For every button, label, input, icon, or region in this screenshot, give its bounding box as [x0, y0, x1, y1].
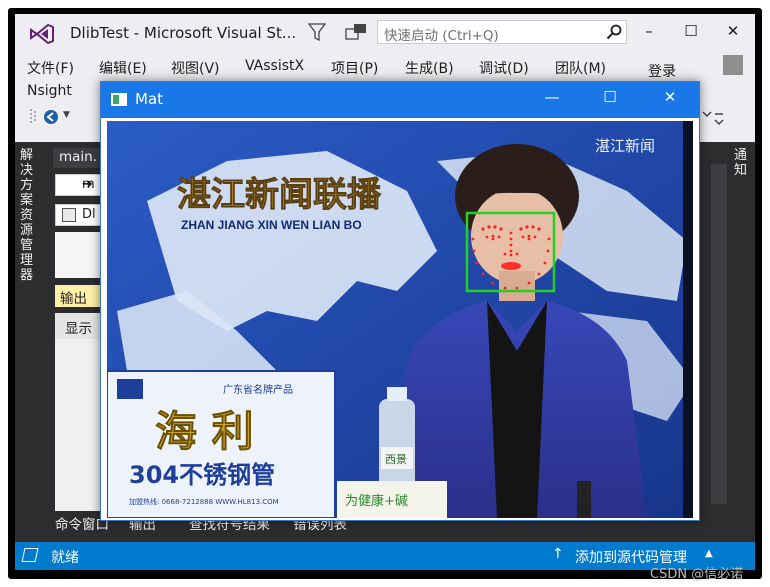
menu-team[interactable]: 团队(M) — [555, 58, 606, 78]
menu-bar: 文件(F) 编辑(E) 视图(V) VAssistX 项目(P) 生成(B) 调… — [15, 54, 755, 81]
back-dropdown-icon[interactable]: ▼ — [63, 110, 70, 120]
filter-icon[interactable] — [308, 22, 326, 42]
output-show-label: 显示 — [65, 321, 92, 337]
back-icon[interactable] — [43, 109, 59, 125]
status-window-icon — [21, 548, 39, 562]
login-link[interactable]: 登录 — [648, 61, 676, 81]
minimize-button[interactable]: – — [638, 22, 660, 42]
ad-brand: 海 利 — [155, 407, 254, 456]
menu-project[interactable]: 项目(P) — [331, 58, 378, 78]
quick-launch-input[interactable]: 快速启动 (Ctrl+Q) — [377, 20, 627, 44]
menu-view[interactable]: 视图(V) — [171, 58, 220, 78]
status-bar: 就绪 ↑ 添加到源代码管理 ▲ — [15, 542, 755, 570]
bottle-label: 西景 — [385, 453, 407, 466]
avatar[interactable] — [723, 55, 743, 75]
toolbar-grip-icon — [30, 109, 36, 123]
output-panel-label: 输出 — [60, 291, 87, 307]
channel-logo: 湛江新闻 — [595, 137, 655, 155]
navigation-scope-label: m — [82, 177, 95, 192]
watermark: CSDN @信必诺 — [650, 567, 744, 582]
arrow-up-icon: ↑ — [552, 546, 564, 562]
menu-debug[interactable]: 调试(D) — [479, 58, 529, 78]
mat-window[interactable]: Mat — ☐ ✕ 湛江新闻联播 ZHAN JIANG XIN WEN LIAN… — [100, 81, 700, 521]
close-button[interactable]: ✕ — [722, 22, 744, 42]
mat-window-icon — [111, 93, 127, 106]
bottle-tag: 为健康+碱 — [345, 493, 408, 509]
visual-studio-logo-icon — [30, 23, 54, 45]
solution-explorer-label: 解决方案资源管理器 — [20, 148, 34, 283]
headline-pinyin: ZHAN JIANG XIN WEN LIAN BO — [181, 218, 362, 232]
ad-footer: 加盟热线: 0668-7212888 WWW.HL813.COM — [129, 497, 279, 506]
search-icon[interactable] — [606, 24, 622, 40]
mat-maximize-button[interactable]: ☐ — [595, 88, 625, 110]
caret-up-icon[interactable]: ▲ — [705, 548, 713, 559]
feedback-icon[interactable] — [345, 23, 367, 41]
ad-top-line: 广东省名牌产品 — [223, 383, 293, 396]
mat-minimize-button[interactable]: — — [537, 88, 567, 110]
status-ready: 就绪 — [51, 550, 79, 566]
news-frame-image: 湛江新闻联播 ZHAN JIANG XIN WEN LIAN BO 湛江新闻 广… — [107, 121, 693, 518]
window-title: DlibTest - Microsoft Visual St... — [70, 24, 297, 42]
headline-cn: 湛江新闻联播 — [177, 175, 382, 215]
menu-vassistx[interactable]: VAssistX — [245, 58, 304, 74]
document-tab-label: main. — [59, 149, 98, 165]
menu-nsight[interactable]: Nsight — [27, 83, 72, 99]
mat-close-button[interactable]: ✕ — [655, 88, 685, 110]
menu-build[interactable]: 生成(B) — [405, 58, 454, 78]
video-frame: 湛江新闻联播 ZHAN JIANG XIN WEN LIAN BO 湛江新闻 广… — [107, 121, 693, 518]
menu-edit[interactable]: 编辑(E) — [99, 58, 147, 78]
notifications-label: 通知 — [734, 148, 748, 178]
navigation-member-label: Dl — [82, 207, 96, 222]
title-bar: DlibTest - Microsoft Visual St... 快速启动 (… — [15, 14, 755, 52]
mat-title-bar[interactable]: Mat — ☐ ✕ — [101, 82, 699, 118]
notifications-tab[interactable]: 通知 — [729, 142, 755, 552]
editor-scrollbar[interactable] — [711, 164, 727, 504]
mat-title: Mat — [135, 90, 164, 108]
solution-explorer-tab[interactable]: 解决方案资源管理器 — [15, 142, 41, 552]
project-icon — [62, 208, 76, 222]
maximize-button[interactable]: ☐ — [680, 22, 702, 42]
menu-file[interactable]: 文件(F) — [27, 58, 74, 78]
toolbar-overflow-icon[interactable] — [701, 108, 725, 128]
ad-product: 304不锈钢管 — [129, 461, 275, 489]
quick-launch-placeholder: 快速启动 (Ctrl+Q) — [384, 28, 499, 44]
